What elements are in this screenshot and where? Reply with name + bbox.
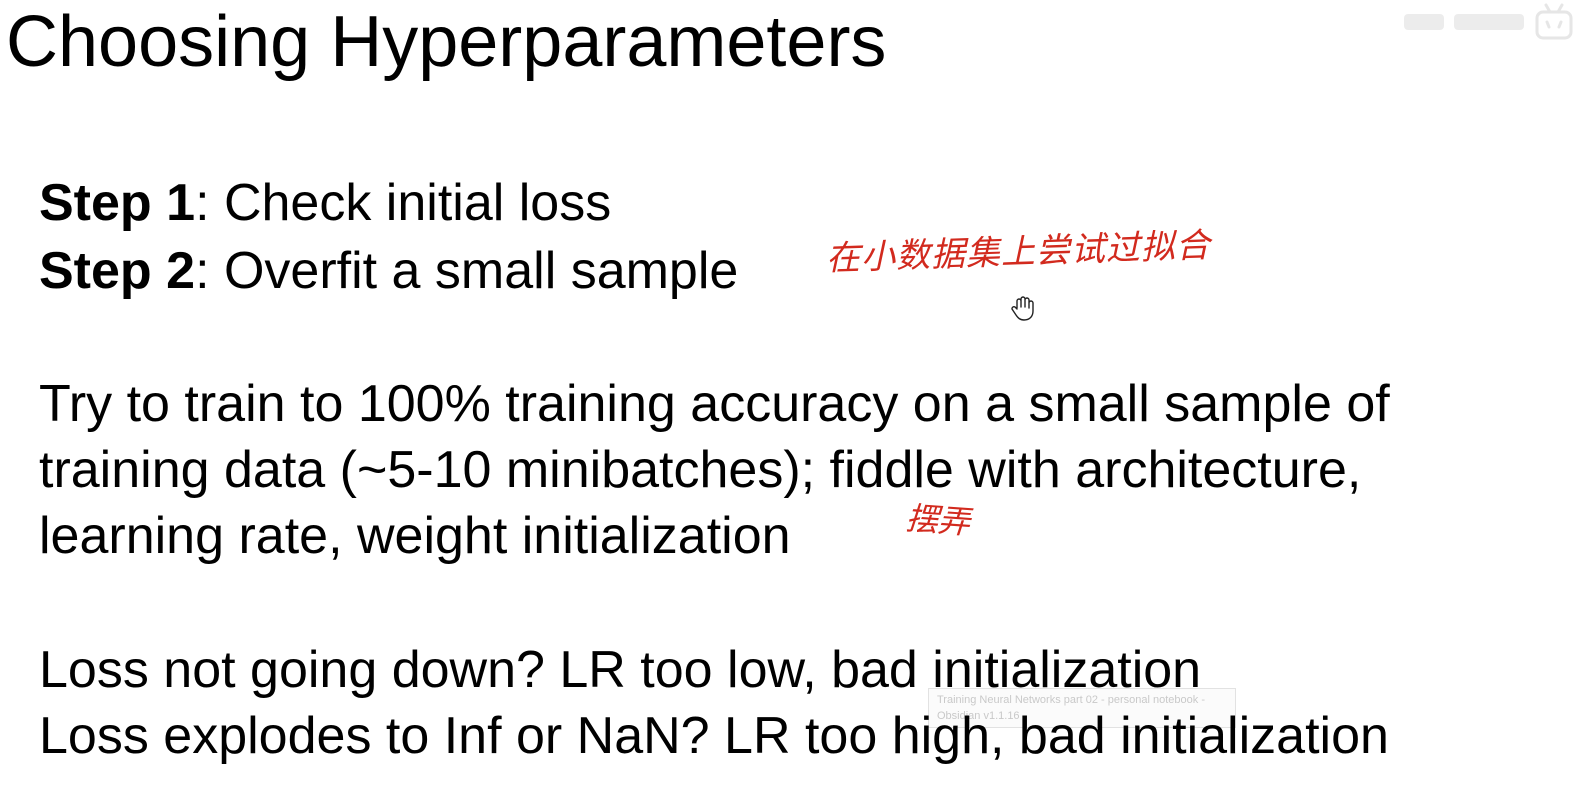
paragraph-line-3: learning rate, weight initialization (39, 507, 791, 565)
paragraph-line-2: training data (~5-10 minibatches); fiddl… (39, 441, 1362, 499)
paragraph-line-1: Try to train to 100% training accuracy o… (39, 375, 1390, 433)
step-1-line: Step 1: Check initial loss (39, 170, 611, 236)
step-1-text: : Check initial loss (195, 174, 612, 232)
watermark-text-block (1454, 14, 1524, 30)
step-1-label: Step 1 (39, 174, 196, 232)
handwritten-note-overfit: 在小数据集上尝试过拟合 (825, 225, 1212, 279)
step-2-label: Step 2 (39, 242, 196, 300)
step-2-text: : Overfit a small sample (195, 242, 739, 300)
handwritten-note-fiddle: 摆弄 (904, 499, 972, 542)
video-watermark (1344, 0, 1574, 44)
bilibili-logo-icon (1535, 3, 1573, 40)
step-2-line: Step 2: Overfit a small sample (39, 238, 738, 304)
hand-grab-icon (1011, 296, 1034, 321)
watermark-text-block (1404, 14, 1444, 30)
loss-line-2: Loss explodes to Inf or NaN? LR too high… (39, 707, 1389, 765)
slide-title: Choosing Hyperparameters (6, 2, 887, 82)
